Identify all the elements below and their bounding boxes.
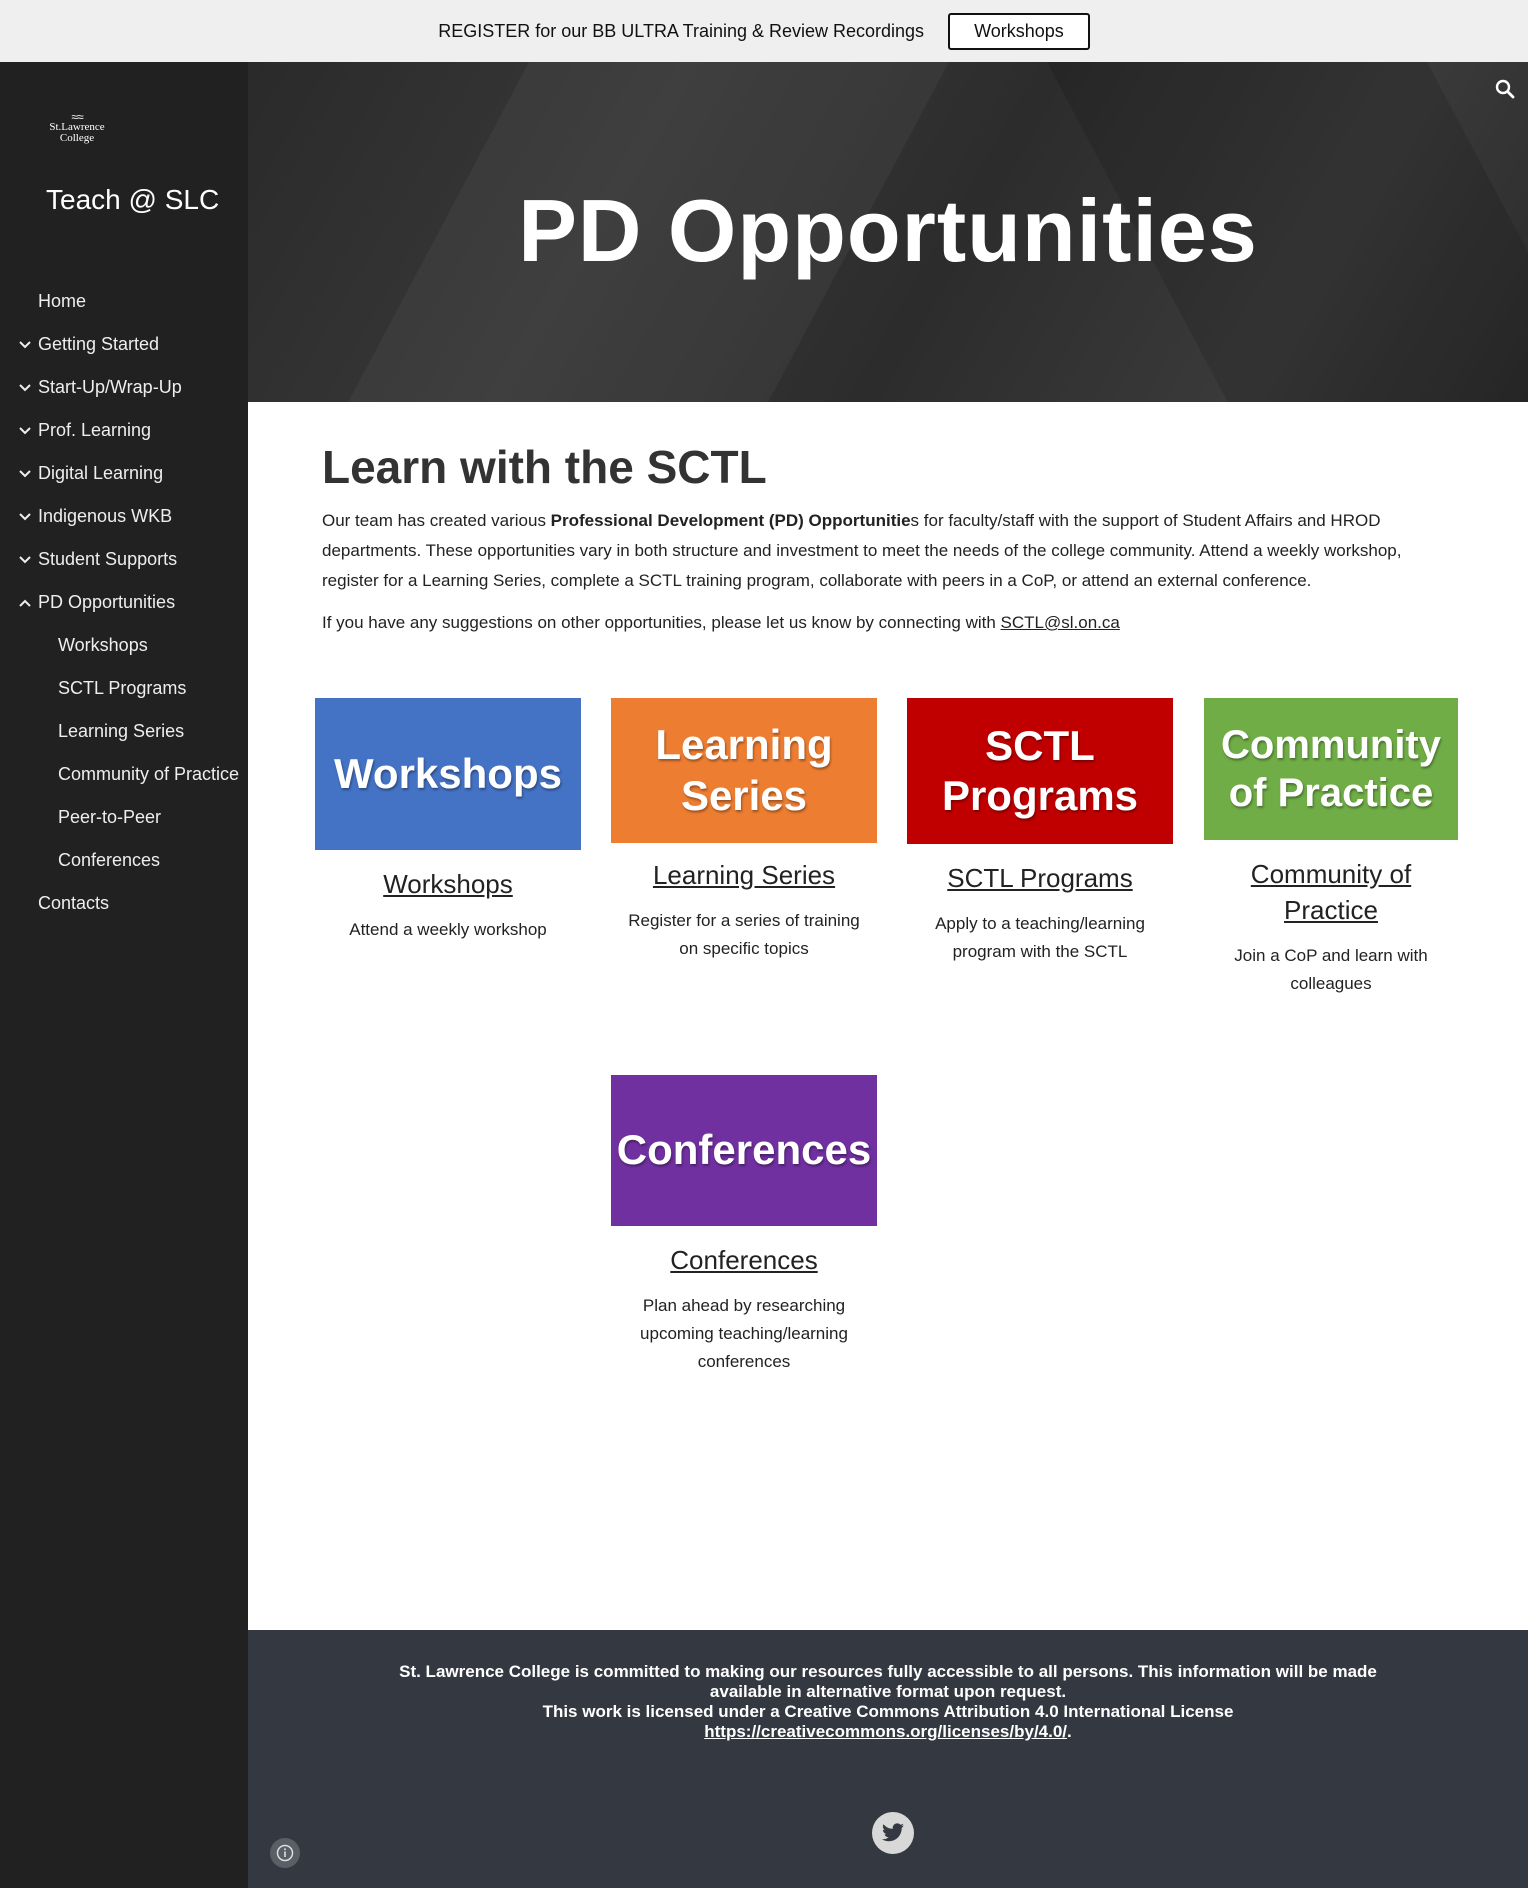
info-icon[interactable] bbox=[270, 1838, 300, 1868]
intro-text: Our team has created various Professiona… bbox=[322, 506, 1462, 650]
sidebar-item-pd-opportunities[interactable]: PD Opportunities bbox=[0, 581, 248, 624]
tile-text: Series bbox=[680, 771, 808, 819]
intro-before-bold: Our team has created various bbox=[322, 511, 551, 530]
license-link[interactable]: https://creativecommons.org/licenses/by/… bbox=[704, 1722, 1067, 1741]
card-workshops: Workshops Workshops Attend a weekly work… bbox=[315, 698, 581, 944]
sidebar-item-workshops[interactable]: Workshops bbox=[0, 624, 248, 667]
sidebar-item-getting-started[interactable]: Getting Started bbox=[0, 323, 248, 366]
chevron-down-icon[interactable] bbox=[18, 510, 32, 524]
suggestion-text: If you have any suggestions on other opp… bbox=[322, 613, 1001, 632]
workshops-link[interactable]: Workshops bbox=[315, 866, 581, 902]
sidebar-item-home[interactable]: Home bbox=[0, 280, 248, 323]
tile-text: Learning bbox=[655, 721, 833, 769]
intro-paragraph: Our team has created various Professiona… bbox=[322, 506, 1462, 596]
sidebar-item-digital-learning[interactable]: Digital Learning bbox=[0, 452, 248, 495]
conferences-tile-image[interactable]: Conferences bbox=[611, 1075, 877, 1226]
tile-text: SCTL bbox=[985, 721, 1095, 769]
sidebar-item-start-up-wrap-up[interactable]: Start-Up/Wrap-Up bbox=[0, 366, 248, 409]
hero-banner: PD Opportunities bbox=[248, 62, 1528, 402]
sidebar-item-label: Start-Up/Wrap-Up bbox=[38, 377, 182, 397]
sidebar-item-label: PD Opportunities bbox=[38, 592, 176, 612]
sidebar-item-label: Getting Started bbox=[38, 334, 160, 354]
page-title: PD Opportunities bbox=[518, 181, 1258, 280]
card-description: Plan ahead by researching upcoming teach… bbox=[640, 1296, 848, 1371]
conferences-link[interactable]: Conferences bbox=[611, 1242, 877, 1278]
sidebar: ≈≈ St.Lawrence College Teach @ SLC Home … bbox=[0, 62, 248, 1888]
sidebar-item-contacts[interactable]: Contacts bbox=[0, 882, 248, 925]
sidebar-item-label: Conferences bbox=[58, 850, 161, 870]
chevron-down-icon[interactable] bbox=[18, 424, 32, 438]
tile-text: Programs bbox=[941, 772, 1139, 819]
card-description: Register for a series of training on spe… bbox=[628, 911, 860, 958]
site-title[interactable]: Teach @ SLC bbox=[46, 184, 219, 216]
sidebar-item-label: Home bbox=[38, 291, 87, 311]
suggestion-paragraph: If you have any suggestions on other opp… bbox=[322, 608, 1462, 638]
workshops-tile-image[interactable]: Workshops bbox=[315, 698, 581, 850]
college-logo[interactable]: ≈≈ St.Lawrence College bbox=[42, 111, 112, 152]
chevron-down-icon[interactable] bbox=[18, 381, 32, 395]
sidebar-item-conferences[interactable]: Conferences bbox=[0, 839, 248, 882]
sidebar-item-prof-learning[interactable]: Prof. Learning bbox=[0, 409, 248, 452]
card-description: Apply to a teaching/learning program wit… bbox=[935, 914, 1145, 961]
search-icon[interactable] bbox=[1494, 78, 1516, 100]
sidebar-item-community-of-practice[interactable]: Community of Practice bbox=[0, 753, 248, 796]
card-sctl-programs: SCTL Programs SCTL Programs Apply to a t… bbox=[907, 698, 1173, 966]
logo-text: St.Lawrence College bbox=[49, 121, 105, 144]
footer-line: St. Lawrence College is committed to mak… bbox=[399, 1662, 1377, 1681]
sidebar-item-label: Student Supports bbox=[38, 549, 178, 569]
banner-text: REGISTER for our BB ULTRA Training & Rev… bbox=[438, 20, 925, 41]
sidebar-item-learning-series[interactable]: Learning Series bbox=[0, 710, 248, 753]
sidebar-item-sctl-programs[interactable]: SCTL Programs bbox=[0, 667, 248, 710]
footer: St. Lawrence College is committed to mak… bbox=[248, 1630, 1528, 1888]
email-link[interactable]: SCTL@sl.on.ca bbox=[1001, 613, 1120, 632]
sidebar-item-label: Community of Practice bbox=[58, 764, 240, 784]
tile-text: Workshops bbox=[334, 749, 562, 797]
card-conferences: Conferences Conferences Plan ahead by re… bbox=[611, 1075, 877, 1376]
sidebar-item-label: SCTL Programs bbox=[58, 678, 187, 698]
tile-text: of Practice bbox=[1228, 771, 1434, 815]
twitter-icon[interactable] bbox=[872, 1812, 914, 1854]
banner-workshops-button[interactable]: Workshops bbox=[948, 12, 1090, 50]
footer-line: https://creativecommons.org/licenses/by/… bbox=[248, 1722, 1528, 1742]
sidebar-item-label: Contacts bbox=[38, 893, 110, 913]
intro-bold: Professional Development (PD) Opportunit… bbox=[550, 511, 911, 530]
chevron-up-icon[interactable] bbox=[18, 596, 32, 610]
community-of-practice-tile-image[interactable]: Community of Practice bbox=[1204, 698, 1458, 840]
chevron-down-icon[interactable] bbox=[18, 467, 32, 481]
sidebar-item-label: Indigenous WKB bbox=[38, 506, 173, 526]
tile-text: Community bbox=[1221, 723, 1441, 767]
card-learning-series: Learning Series Learning Series Register… bbox=[611, 698, 877, 963]
footer-text: St. Lawrence College is committed to mak… bbox=[248, 1662, 1528, 1742]
sidebar-item-label: Workshops bbox=[58, 635, 148, 655]
card-description: Join a CoP and learn with colleagues bbox=[1234, 946, 1428, 993]
chevron-down-icon[interactable] bbox=[18, 553, 32, 567]
card-description: Attend a weekly workshop bbox=[349, 920, 547, 939]
sidebar-item-label: Peer-to-Peer bbox=[58, 807, 162, 827]
community-of-practice-link[interactable]: Community of Practice bbox=[1204, 856, 1458, 928]
sidebar-item-student-supports[interactable]: Student Supports bbox=[0, 538, 248, 581]
footer-period: . bbox=[1067, 1722, 1072, 1741]
footer-line: This work is licensed under a Creative C… bbox=[542, 1702, 1234, 1721]
section-heading: Learn with the SCTL bbox=[322, 441, 767, 493]
sidebar-nav: Home Getting Started Start-Up/Wrap-Up Pr… bbox=[0, 280, 248, 925]
card-community-of-practice: Community of Practice Community of Pract… bbox=[1204, 698, 1458, 998]
sidebar-item-peer-to-peer[interactable]: Peer-to-Peer bbox=[0, 796, 248, 839]
learning-series-tile-image[interactable]: Learning Series bbox=[611, 698, 877, 843]
chevron-down-icon[interactable] bbox=[18, 338, 32, 352]
sidebar-item-label: Prof. Learning bbox=[38, 420, 152, 440]
sctl-programs-link[interactable]: SCTL Programs bbox=[907, 860, 1173, 896]
footer-line: available in alternative format upon req… bbox=[709, 1682, 1067, 1701]
tile-text: Conferences bbox=[616, 1126, 872, 1174]
sidebar-item-label: Learning Series bbox=[58, 721, 185, 741]
learning-series-link[interactable]: Learning Series bbox=[611, 857, 877, 893]
announcement-banner: REGISTER for our BB ULTRA Training & Rev… bbox=[0, 0, 1528, 62]
sctl-programs-tile-image[interactable]: SCTL Programs bbox=[907, 698, 1173, 844]
sidebar-item-indigenous-wkb[interactable]: Indigenous WKB bbox=[0, 495, 248, 538]
sidebar-item-label: Digital Learning bbox=[38, 463, 164, 483]
